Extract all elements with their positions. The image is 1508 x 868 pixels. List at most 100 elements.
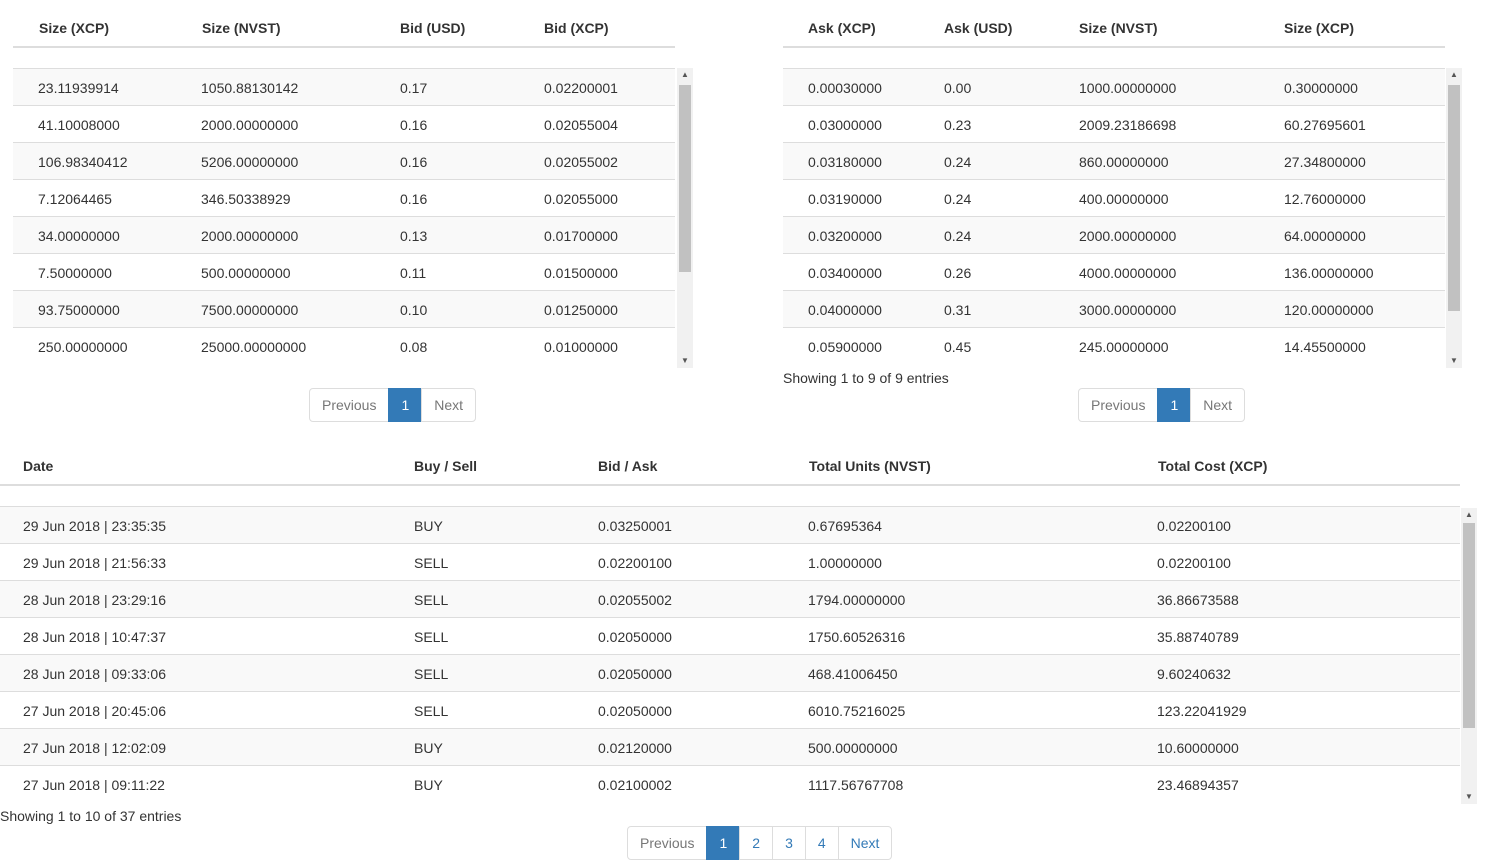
table-cell: 245.00000000 [1079, 339, 1169, 355]
table-cell: 0.02055000 [544, 191, 618, 207]
table-cell: 0.02055002 [544, 154, 618, 170]
table-cell: 1117.56767708 [808, 777, 904, 793]
table-cell: 0.03250001 [598, 518, 672, 534]
table-cell: 0.02055004 [544, 117, 618, 133]
table-cell: 0.24 [944, 228, 972, 244]
table-cell: SELL [414, 629, 449, 645]
next-page-button[interactable]: Next [837, 826, 893, 860]
table-cell: 25000.00000000 [201, 339, 307, 355]
asks-table-body[interactable]: 0.00030000 0.00 1000.00000000 0.30000000 0.… [783, 68, 1445, 365]
previous-page-button[interactable]: Previous [309, 388, 390, 422]
next-page-button[interactable]: Next [1190, 388, 1246, 422]
table-row: 27 Jun 2018 | 20:45:06 SELL 0.02050000 6010… [0, 691, 1460, 728]
table-cell: 0.16 [400, 117, 428, 133]
page-3-button[interactable]: 3 [772, 826, 806, 860]
bids-table-body[interactable]: 23.11939914 1050.88130142 0.17 0.02200001 4… [13, 68, 675, 365]
previous-page-button[interactable]: Previous [627, 826, 708, 860]
table-cell: 29 Jun 2018 | 21:56:33 [23, 555, 166, 571]
page-1-button[interactable]: 1 [388, 388, 423, 422]
triangle-up-icon[interactable]: ▲ [1461, 508, 1477, 522]
table-cell: 0.26 [944, 265, 972, 281]
scrollbar-thumb[interactable] [679, 85, 691, 272]
table-cell: 500.00000000 [808, 740, 898, 756]
trade-history-scrollbar[interactable]: ▲ ▼ [1461, 508, 1477, 804]
table-cell: 0.13 [400, 228, 428, 244]
asks-scrollbar[interactable]: ▲ ▼ [1446, 68, 1462, 368]
table-row: 0.04000000 0.31 3000.00000000 120.00000000 [783, 290, 1445, 327]
table-cell: 468.41006450 [808, 666, 898, 682]
table-cell: 0.03400000 [808, 265, 882, 281]
bids-scrollbar[interactable]: ▲ ▼ [677, 68, 693, 368]
page-1-button[interactable]: 1 [1157, 388, 1192, 422]
column-header[interactable]: Bid / Ask [598, 458, 657, 474]
table-cell: 0.01500000 [544, 265, 618, 281]
table-cell: 123.22041929 [1157, 703, 1247, 719]
table-cell: 64.00000000 [1284, 228, 1366, 244]
trade-history-entries-info: Showing 1 to 10 of 37 entries [0, 808, 182, 824]
column-header[interactable]: Ask (XCP) [808, 20, 876, 36]
table-cell: 0.16 [400, 154, 428, 170]
table-cell: 23.11939914 [38, 80, 119, 96]
table-cell: SELL [414, 703, 449, 719]
asks-entries-info: Showing 1 to 9 of 9 entries [783, 370, 949, 386]
column-header[interactable]: Size (XCP) [1284, 20, 1354, 36]
scrollbar-thumb[interactable] [1448, 85, 1460, 311]
next-page-button[interactable]: Next [421, 388, 477, 422]
trade-history-header: Date Buy / Sell Bid / Ask Total Units (N… [0, 438, 1460, 486]
column-header[interactable]: Bid (XCP) [544, 20, 609, 36]
table-row: 28 Jun 2018 | 10:47:37 SELL 0.02050000 1750… [0, 617, 1460, 654]
table-cell: 0.02055002 [598, 592, 672, 608]
table-cell: 41.10008000 [38, 117, 120, 133]
table-cell: 0.00030000 [808, 80, 882, 96]
column-header[interactable]: Total Units (NVST) [809, 458, 931, 474]
page-4-button[interactable]: 4 [804, 826, 839, 860]
table-cell: BUY [414, 740, 443, 756]
table-cell: 0.02200100 [1157, 518, 1231, 534]
table-cell: 2000.00000000 [201, 228, 299, 244]
page-1-button[interactable]: 1 [706, 826, 741, 860]
table-cell: 7500.00000000 [201, 302, 299, 318]
table-cell: 93.75000000 [38, 302, 120, 318]
table-row: 0.03180000 0.24 860.00000000 27.34800000 [783, 142, 1445, 179]
column-header[interactable]: Date [23, 458, 53, 474]
column-header[interactable]: Buy / Sell [414, 458, 477, 474]
table-cell: 0.02050000 [598, 703, 672, 719]
table-cell: 0.02050000 [598, 629, 672, 645]
table-cell: 0.02100002 [598, 777, 672, 793]
table-cell: 0.03200000 [808, 228, 882, 244]
triangle-down-icon[interactable]: ▼ [677, 354, 693, 368]
triangle-up-icon[interactable]: ▲ [1446, 68, 1462, 82]
trade-history-body[interactable]: 29 Jun 2018 | 23:35:35 BUY 0.03250001 0.676… [0, 506, 1460, 803]
triangle-down-icon[interactable]: ▼ [1461, 790, 1477, 804]
column-header[interactable]: Size (NVST) [202, 20, 281, 36]
table-cell: 34.00000000 [38, 228, 120, 244]
table-cell: 0.67695364 [808, 518, 882, 534]
table-cell: 27.34800000 [1284, 154, 1366, 170]
table-cell: 0.10 [400, 302, 428, 318]
table-cell: 0.03190000 [808, 191, 882, 207]
table-cell: 6010.75216025 [808, 703, 906, 719]
table-cell: 7.50000000 [38, 265, 112, 281]
table-row: 28 Jun 2018 | 23:29:16 SELL 0.02055002 1794… [0, 580, 1460, 617]
table-row: 28 Jun 2018 | 09:33:06 SELL 0.02050000 468.… [0, 654, 1460, 691]
table-row: 41.10008000 2000.00000000 0.16 0.02055004 [13, 105, 675, 142]
table-cell: 4000.00000000 [1079, 265, 1177, 281]
table-cell: 1.00000000 [808, 555, 882, 571]
table-cell: SELL [414, 592, 449, 608]
triangle-up-icon[interactable]: ▲ [677, 68, 693, 82]
scrollbar-thumb[interactable] [1463, 523, 1475, 728]
table-cell: 0.17 [400, 80, 428, 96]
column-header[interactable]: Bid (USD) [400, 20, 465, 36]
previous-page-button[interactable]: Previous [1078, 388, 1159, 422]
page-2-button[interactable]: 2 [739, 826, 774, 860]
table-cell: 106.98340412 [38, 154, 128, 170]
triangle-down-icon[interactable]: ▼ [1446, 354, 1462, 368]
column-header[interactable]: Ask (USD) [944, 20, 1012, 36]
table-row: 0.03200000 0.24 2000.00000000 64.00000000 [783, 216, 1445, 253]
table-row: 29 Jun 2018 | 21:56:33 SELL 0.02200100 1.00… [0, 543, 1460, 580]
column-header[interactable]: Size (NVST) [1079, 20, 1158, 36]
table-cell: 0.11 [400, 265, 427, 281]
column-header[interactable]: Size (XCP) [39, 20, 109, 36]
table-row: 27 Jun 2018 | 09:11:22 BUY 0.02100002 1117.… [0, 765, 1460, 802]
column-header[interactable]: Total Cost (XCP) [1158, 458, 1267, 474]
